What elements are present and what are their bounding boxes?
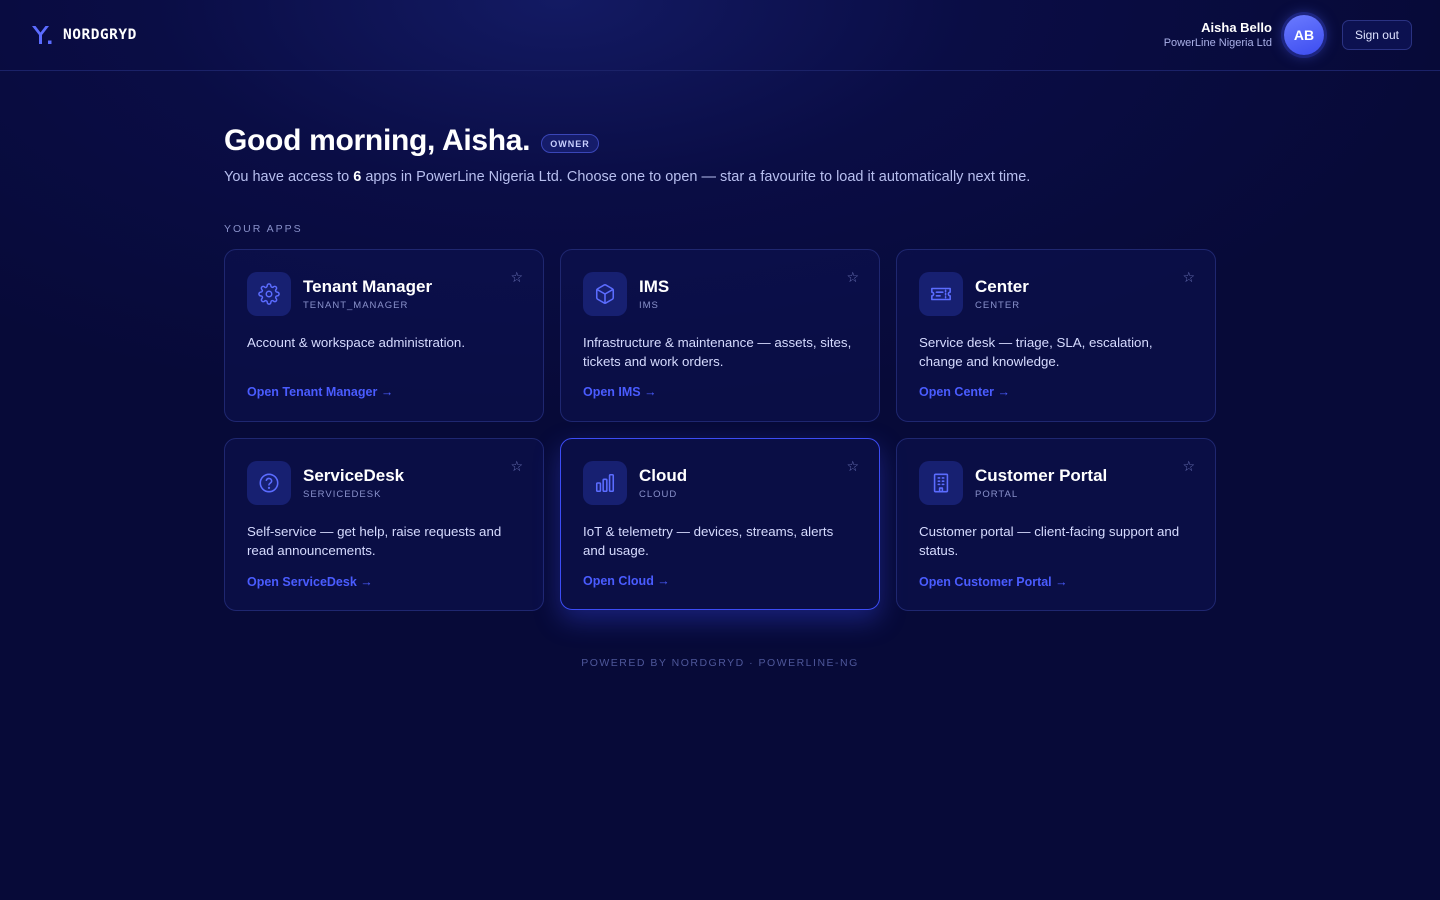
card-header: Tenant Manager TENANT_MANAGER [247,272,521,316]
card-header: Customer Portal PORTAL [919,461,1193,505]
building-icon [919,461,963,505]
app-card-cloud[interactable]: Cloud CLOUD ☆ IoT & telemetry — devices,… [560,438,880,610]
app-code: SERVICEDESK [303,489,382,500]
star-icon[interactable]: ☆ [1182,270,1195,284]
app-title: Tenant Manager [303,277,433,296]
star-icon[interactable]: ☆ [1182,459,1195,473]
page-subtitle: You have access to 6 apps in PowerLine N… [224,169,1216,185]
open-app-link[interactable]: Open Center → [919,385,1010,399]
star-icon[interactable]: ☆ [510,459,523,473]
open-app-link[interactable]: Open Tenant Manager → [247,385,393,399]
user-org: PowerLine Nigeria Ltd [1163,36,1272,49]
card-header: IMS IMS [583,272,857,316]
app-description: Customer portal — client-facing support … [919,524,1180,558]
app-code: PORTAL [975,489,1019,500]
card-titles: Cloud CLOUD [639,466,687,500]
card-header: ServiceDesk SERVICEDESK [247,461,521,505]
help-circle-icon [247,461,291,505]
app-code: TENANT_MANAGER [303,300,409,311]
app-card-center[interactable]: Center CENTER ☆ Service desk — triage, S… [896,249,1216,422]
app-title: IMS [639,277,670,296]
card-titles: Tenant Manager TENANT_MANAGER [303,277,432,311]
app-card-tenant-manager[interactable]: Tenant Manager TENANT_MANAGER ☆ Account … [224,249,544,422]
user-name: Aisha Bello [1201,20,1272,36]
apps-grid: Tenant Manager TENANT_MANAGER ☆ Account … [224,249,1216,611]
star-icon[interactable]: ☆ [846,270,859,284]
app-code: CENTER [975,300,1021,311]
section-label: YOUR APPS [224,223,303,235]
brand-name: NORDGRYD [63,27,137,43]
top-bar: NORDGRYD Aisha Bello PowerLine Nigeria L… [0,0,1440,71]
avatar[interactable]: AB [1283,15,1324,55]
app-card-servicedesk[interactable]: ServiceDesk SERVICEDESK ☆ Self-service —… [224,438,544,611]
card-titles: ServiceDesk SERVICEDESK [303,466,404,500]
app-title: Center [975,277,1029,296]
app-title: ServiceDesk [303,466,405,485]
card-titles: IMS IMS [639,277,669,311]
open-app-link[interactable]: Open Customer Portal → [919,575,1068,589]
bar-chart-icon [583,461,627,505]
greeting-row: Good morning, Aisha. OWNER [224,124,1216,158]
page-title: Good morning, Aisha. [224,124,531,157]
app-code: CLOUD [639,489,678,500]
open-app-link[interactable]: Open ServiceDesk → [247,575,373,589]
app-card-customer-portal[interactable]: Customer Portal PORTAL ☆ Customer portal… [896,438,1216,611]
user-area: Aisha Bello PowerLine Nigeria Ltd AB Sig… [1164,15,1412,55]
open-app-link[interactable]: Open Cloud → [583,574,670,588]
role-badge: OWNER [541,133,599,153]
app-description: Account & workspace administration. [247,335,466,350]
app-description: IoT & telemetry — devices, streams, aler… [583,524,834,558]
gear-icon [247,272,291,316]
sign-out-button[interactable]: Sign out [1341,20,1412,50]
app-description: Service desk — triage, SLA, escalation, … [919,335,1153,369]
app-title: Cloud [639,466,688,485]
card-titles: Customer Portal PORTAL [975,466,1107,500]
footer: POWERED BY NORDGRYD · POWERLINE-NG [581,657,859,669]
ticket-icon [919,272,963,316]
nordgryd-logo-icon [31,25,53,45]
subtitle-after: apps in PowerLine Nigeria Ltd. Choose on… [361,169,1031,185]
card-header: Center CENTER [919,272,1193,316]
card-titles: Center CENTER [975,277,1029,311]
cube-icon [583,272,627,316]
brand[interactable]: NORDGRYD [31,25,137,45]
star-icon[interactable]: ☆ [846,459,859,473]
open-app-link[interactable]: Open IMS → [583,385,657,399]
app-description: Self-service — get help, raise requests … [247,524,502,558]
app-code: IMS [639,300,659,311]
star-icon[interactable]: ☆ [510,270,523,284]
user-info: Aisha Bello PowerLine Nigeria Ltd [1163,20,1272,49]
app-title: Customer Portal [975,466,1108,485]
app-description: Infrastructure & maintenance — assets, s… [583,335,852,369]
card-header: Cloud CLOUD [583,461,857,505]
app-card-ims[interactable]: IMS IMS ☆ Infrastructure & maintenance —… [560,249,880,422]
subtitle-before: You have access to [224,169,354,185]
main-content: Good morning, Aisha. OWNER You have acce… [224,124,1216,611]
